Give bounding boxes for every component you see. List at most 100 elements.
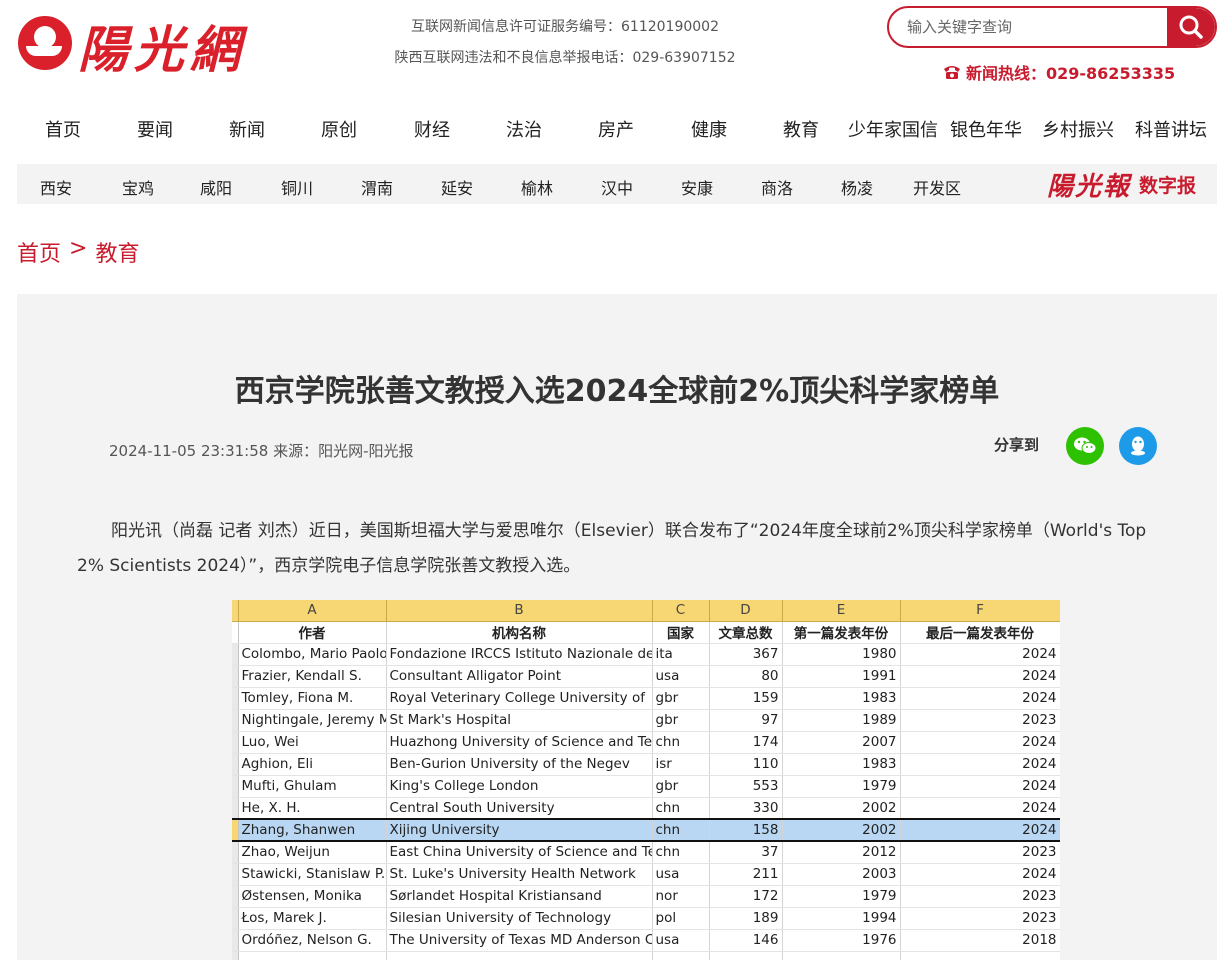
table-cell: 367	[709, 643, 783, 666]
table-cell: 2018	[900, 929, 1060, 952]
scientist-table: ABCDEF 作者 机构名称 国家 文章总数 第一篇发表年份 最后一篇发表年份 Colomb…	[232, 600, 1060, 960]
column-letter: F	[900, 600, 1060, 622]
table-row: Colombo, Mario Paolo Fondazione IRCCS Ist…	[232, 643, 1060, 666]
table-cell: Stawicki, Stanislaw P.	[238, 863, 387, 886]
news-hotline: 新闻热线：029-86253335	[942, 60, 1175, 84]
table-cell: 2002	[782, 818, 901, 842]
region-nav-item[interactable]: 延安	[441, 175, 473, 199]
spreadsheet-image: ABCDEF 作者 机构名称 国家 文章总数 第一篇发表年份 最后一篇发表年份 Colomb…	[232, 600, 1060, 960]
digital-paper-link[interactable]: 陽光報 数字报	[1047, 166, 1196, 203]
table-cell: 2024	[900, 797, 1060, 820]
region-nav-item[interactable]: 安康	[681, 175, 713, 199]
table-cell: 174	[709, 731, 783, 754]
table-cell: 2024	[900, 665, 1060, 688]
table-cell: gbr	[652, 709, 710, 732]
table-row: Aghion, Eli Ben-Gurion University of the …	[232, 753, 1060, 776]
column-header: 文章总数	[709, 621, 783, 644]
table-cell: Tomley, Fiona M.	[238, 687, 387, 710]
table-cell: 2024	[900, 775, 1060, 798]
region-nav-item[interactable]: 开发区	[913, 175, 961, 199]
column-header: 第一篇发表年份	[782, 621, 901, 644]
table-cell: The University of Texas MD Anderson C	[386, 929, 653, 952]
table-cell: usa	[652, 665, 710, 688]
table-cell: 158	[709, 818, 783, 842]
article-panel: 西京学院张善文教授入选2024全球前2%顶尖科学家榜单 2024-11-05 2…	[17, 294, 1217, 960]
table-row: Zhao, Weijun East China University of Sci…	[232, 841, 1060, 864]
region-nav-item[interactable]: 商洛	[761, 175, 793, 199]
table-cell: 1994	[782, 907, 901, 930]
table-cell: Xijing University	[386, 818, 653, 842]
table-cell: 1983	[782, 753, 901, 776]
table-cell: East China University of Science and Tec…	[386, 841, 653, 864]
region-nav-item[interactable]: 铜川	[281, 175, 313, 199]
breadcrumb-separator: >	[69, 236, 88, 261]
table-cell: 2023	[900, 709, 1060, 732]
search-button[interactable]	[1167, 8, 1215, 46]
table-cell: Fondazione IRCCS Istituto Nazionale dei	[386, 643, 653, 666]
table-cell: Nightingale, Jeremy M	[238, 709, 387, 732]
site-logo[interactable]: 陽光網	[14, 6, 254, 79]
table-cell: pol	[652, 907, 710, 930]
table-cell: Royal Veterinary College University of	[386, 687, 653, 710]
column-letter: C	[652, 600, 710, 622]
table-cell: chn	[652, 841, 710, 864]
table-cell: He, X. H.	[238, 797, 387, 820]
table-cell: 2024	[900, 818, 1060, 842]
table-cell: 2024	[900, 753, 1060, 776]
column-header: 最后一篇发表年份	[900, 621, 1060, 644]
table-row: Zhang, Shanwen Xijing University chn 158 200…	[232, 818, 1060, 842]
table-cell: Consultant Alligator Point	[386, 665, 653, 688]
region-nav-item[interactable]: 渭南	[361, 175, 393, 199]
table-cell: 553	[709, 775, 783, 798]
column-header: 作者	[238, 621, 387, 644]
table-cell: 110	[709, 753, 783, 776]
report-phone: 陕西互联网违法和不良信息举报电话：029-63907152	[394, 50, 736, 66]
table-cell: 2024	[900, 863, 1060, 886]
table-cell	[386, 951, 653, 960]
region-nav-item[interactable]: 榆林	[521, 175, 553, 199]
digital-paper-label: 数字报	[1139, 175, 1197, 197]
table-cell: Colombo, Mario Paolo	[238, 643, 387, 666]
table-cell: Luo, Wei	[238, 731, 387, 754]
table-row: Mufti, Ghulam King's College London gbr 553…	[232, 775, 1060, 798]
share-label: 分享到	[994, 436, 1040, 454]
table-cell: 2012	[782, 841, 901, 864]
table-cell: Frazier, Kendall S.	[238, 665, 387, 688]
column-header: 机构名称	[386, 621, 653, 644]
main-nav-item[interactable]: 科普讲坛	[1111, 116, 1229, 142]
table-row: Ordóñez, Nelson G. The University of Texa…	[232, 929, 1060, 952]
share-wechat-button[interactable]	[1066, 427, 1104, 465]
table-cell: King's College London	[386, 775, 653, 798]
table-cell	[782, 951, 901, 960]
search-icon	[1179, 15, 1203, 39]
article-title: 西京学院张善文教授入选2024全球前2%顶尖科学家榜单	[234, 374, 1000, 409]
table-header-row: 作者 机构名称 国家 文章总数 第一篇发表年份 最后一篇发表年份	[232, 621, 1060, 644]
table-cell: 1979	[782, 885, 901, 908]
breadcrumb: 首页 > 教育	[17, 236, 139, 268]
table-cell: 2023	[900, 907, 1060, 930]
region-nav-item[interactable]: 杨凌	[841, 175, 873, 199]
breadcrumb-section[interactable]: 教育	[95, 236, 139, 268]
region-nav-item[interactable]: 汉中	[601, 175, 633, 199]
license-number: 互联网新闻信息许可证服务编号：61120190002	[411, 19, 719, 35]
column-letter-row: ABCDEF	[232, 600, 1060, 622]
table-row: Østensen, Monika Sørlandet Hospital Krist…	[232, 885, 1060, 908]
table-row: Łos, Marek J. Silesian University of Tech…	[232, 907, 1060, 930]
table-cell: chn	[652, 731, 710, 754]
table-cell: 330	[709, 797, 783, 820]
share-qq-button[interactable]	[1119, 427, 1157, 465]
hotline-text: 新闻热线：029-86253335	[966, 64, 1176, 83]
table-cell: 2003	[782, 863, 901, 886]
region-nav: 开发区 杨凌 商洛 安康 汉中 榆林 延安 渭南 铜川 咸阳 宝鸡 西安 陽光報 数字报	[17, 164, 1217, 204]
region-nav-item[interactable]: 宝鸡	[122, 175, 154, 199]
region-nav-item[interactable]: 西安	[40, 175, 72, 199]
table-cell: Central South University	[386, 797, 653, 820]
search-input[interactable]	[889, 8, 1169, 46]
breadcrumb-home[interactable]: 首页	[17, 236, 61, 268]
table-cell: Zhao, Weijun	[238, 841, 387, 864]
table-cell: usa	[652, 929, 710, 952]
column-letter: E	[782, 600, 901, 622]
region-nav-item[interactable]: 咸阳	[200, 175, 232, 199]
table-cell: chn	[652, 818, 710, 842]
logo-sun-icon	[18, 16, 72, 70]
